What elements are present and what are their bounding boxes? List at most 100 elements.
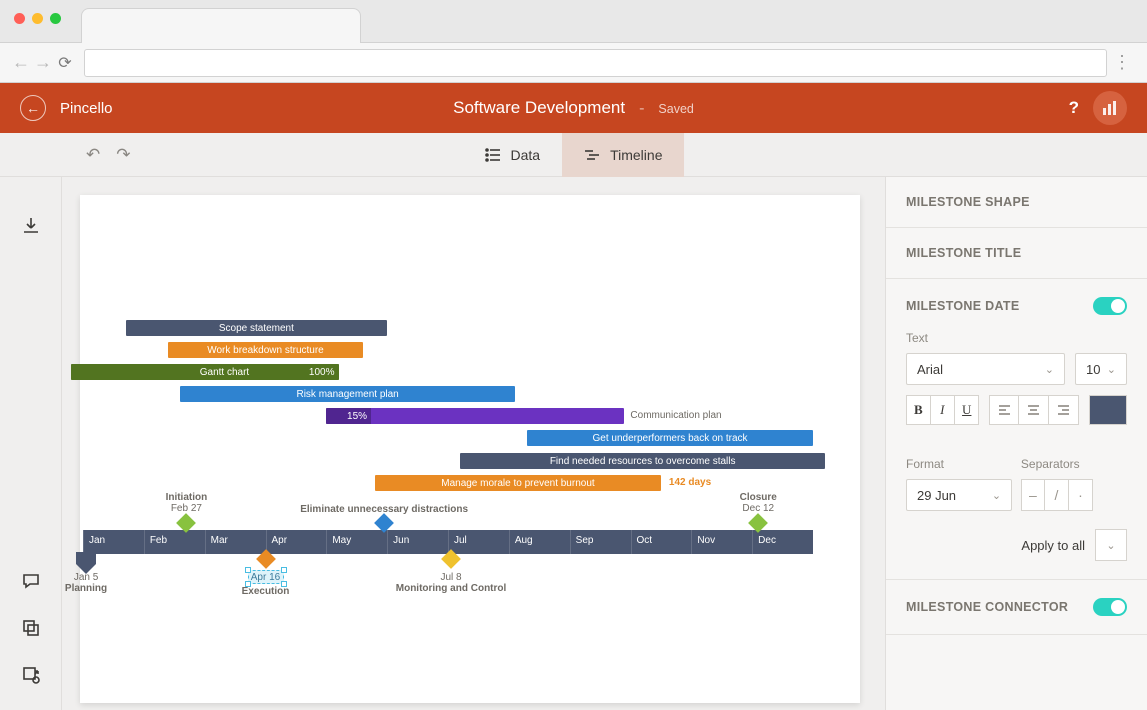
axis-month-label: Dec: [758, 535, 776, 546]
close-window-icon[interactable]: [14, 13, 25, 24]
align-center-button[interactable]: [1019, 395, 1049, 425]
axis-month-label: Sep: [576, 535, 594, 546]
maximize-window-icon[interactable]: [50, 13, 61, 24]
tab-timeline[interactable]: Timeline: [562, 133, 684, 177]
axis-month-label: May: [332, 535, 351, 546]
window-controls: [0, 0, 61, 24]
brand-name[interactable]: Pincello: [60, 100, 113, 117]
browser-menu-icon[interactable]: ⋮: [1107, 52, 1137, 73]
sub-toolbar: ↶ ↷ Data Timeline: [0, 133, 1147, 177]
milestone-date-editor[interactable]: Apr 16: [248, 570, 284, 584]
task-bar[interactable]: 100%Gantt chart: [71, 364, 339, 380]
address-bar[interactable]: [84, 49, 1107, 77]
help-icon[interactable]: ?: [1069, 98, 1079, 118]
redo-icon[interactable]: ↷: [116, 145, 130, 165]
section-date: MILESTONE DATE Text Arial ⌄ 10 ⌄ B I U: [886, 279, 1147, 580]
comment-icon[interactable]: [21, 571, 41, 596]
section-title-header: MILESTONE TITLE: [906, 246, 1127, 260]
format-select[interactable]: 29 Jun ⌄: [906, 479, 1012, 511]
separator-option[interactable]: –: [1021, 479, 1045, 511]
milestone-name: Closure: [728, 492, 788, 503]
axis-month-label: Nov: [697, 535, 715, 546]
reload-icon[interactable]: ⟳: [54, 53, 76, 73]
task-bar[interactable]: Risk management plan: [180, 386, 515, 402]
font-value: Arial: [917, 362, 943, 377]
underline-button[interactable]: U: [955, 395, 979, 425]
apply-all-button[interactable]: Apply to all: [1021, 538, 1085, 553]
align-right-button[interactable]: [1049, 395, 1079, 425]
forward-icon[interactable]: →: [32, 52, 54, 73]
section-title[interactable]: MILESTONE TITLE: [886, 228, 1147, 279]
text-label: Text: [906, 331, 1127, 345]
section-connector-header: MILESTONE CONNECTOR: [906, 600, 1068, 614]
document-title[interactable]: Software Development: [453, 98, 625, 118]
axis-month-label: Aug: [515, 535, 533, 546]
minimize-window-icon[interactable]: [32, 13, 43, 24]
section-connector: MILESTONE CONNECTOR: [886, 580, 1147, 635]
align-left-button[interactable]: [989, 395, 1019, 425]
axis-month-label: Jul: [454, 535, 467, 546]
separator-option[interactable]: /: [1045, 479, 1069, 511]
section-shape[interactable]: MILESTONE SHAPE: [886, 177, 1147, 228]
tab-data[interactable]: Data: [463, 133, 563, 177]
chevron-down-icon: ⌄: [1045, 363, 1054, 376]
chevron-down-icon: ⌄: [992, 489, 1001, 502]
timeline-chart: JanFebMarAprMayJunJulAugSepOctNovDecScop…: [80, 195, 860, 703]
font-size-value: 10: [1086, 362, 1100, 377]
milestone-date: Jul 8: [421, 572, 481, 583]
separator-option[interactable]: ·: [1069, 479, 1093, 511]
axis-month-label: Oct: [637, 535, 653, 546]
document-title-area: Software Development - Saved: [453, 98, 694, 118]
task-duration-label: 142 days: [669, 477, 711, 488]
apply-all-dropdown[interactable]: ⌄: [1095, 529, 1127, 561]
task-bar[interactable]: Work breakdown structure: [168, 342, 363, 358]
milestone-name: Initiation: [156, 492, 216, 503]
undo-icon[interactable]: ↶: [86, 145, 100, 165]
bold-button[interactable]: B: [906, 395, 931, 425]
task-bar[interactable]: Find needed resources to overcome stalls: [460, 453, 825, 469]
task-bar[interactable]: Manage morale to prevent burnout: [375, 475, 661, 491]
browser-tab[interactable]: [81, 8, 361, 43]
task-bar[interactable]: Get underperformers back on track: [527, 430, 813, 446]
timeline-icon: [584, 147, 600, 163]
left-rail: [0, 177, 62, 710]
selection-handle[interactable]: [245, 567, 251, 573]
workspace: JanFebMarAprMayJunJulAugSepOctNovDecScop…: [0, 177, 1147, 710]
axis-month-label: Apr: [272, 535, 288, 546]
axis-month-label: Jun: [393, 535, 409, 546]
timeline-canvas[interactable]: JanFebMarAprMayJunJulAugSepOctNovDecScop…: [80, 195, 860, 703]
selection-handle[interactable]: [281, 567, 287, 573]
task-bar[interactable]: 15%: [326, 408, 624, 424]
italic-button[interactable]: I: [931, 395, 955, 425]
task-bar[interactable]: Scope statement: [126, 320, 388, 336]
tab-timeline-label: Timeline: [610, 147, 662, 163]
section-date-header: MILESTONE DATE: [906, 299, 1019, 313]
view-toggle: Data Timeline: [463, 133, 685, 177]
app-back-button[interactable]: ←: [20, 95, 46, 121]
date-toggle[interactable]: [1093, 297, 1127, 315]
text-color-swatch[interactable]: [1089, 395, 1127, 425]
canvas-area[interactable]: JanFebMarAprMayJunJulAugSepOctNovDecScop…: [62, 177, 885, 710]
list-icon: [485, 147, 501, 163]
font-size-select[interactable]: 10 ⌄: [1075, 353, 1127, 385]
section-shape-header: MILESTONE SHAPE: [906, 195, 1127, 209]
back-icon[interactable]: ←: [10, 52, 32, 73]
font-select[interactable]: Arial ⌄: [906, 353, 1065, 385]
app-switcher-button[interactable]: [1093, 91, 1127, 125]
download-icon[interactable]: [21, 215, 41, 240]
axis-month-label: Mar: [211, 535, 228, 546]
milestone-date: Jan 5: [62, 572, 116, 583]
duplicate-icon[interactable]: [21, 618, 41, 643]
milestone-name: Planning: [62, 583, 146, 594]
format-label: Format: [906, 457, 1012, 471]
format-value: 29 Jun: [917, 488, 956, 503]
chart-icon: [1101, 99, 1119, 117]
settings-export-icon[interactable]: [21, 665, 41, 690]
milestone-date: Dec 12: [728, 503, 788, 514]
milestone-name: Monitoring and Control: [391, 583, 511, 594]
connector-toggle[interactable]: [1093, 598, 1127, 616]
task-label-outside: Communication plan: [630, 410, 721, 421]
milestone-name: Execution: [206, 586, 326, 597]
task-label: Gantt chart: [200, 367, 249, 378]
properties-panel: MILESTONE SHAPE MILESTONE TITLE MILESTON…: [885, 177, 1147, 710]
